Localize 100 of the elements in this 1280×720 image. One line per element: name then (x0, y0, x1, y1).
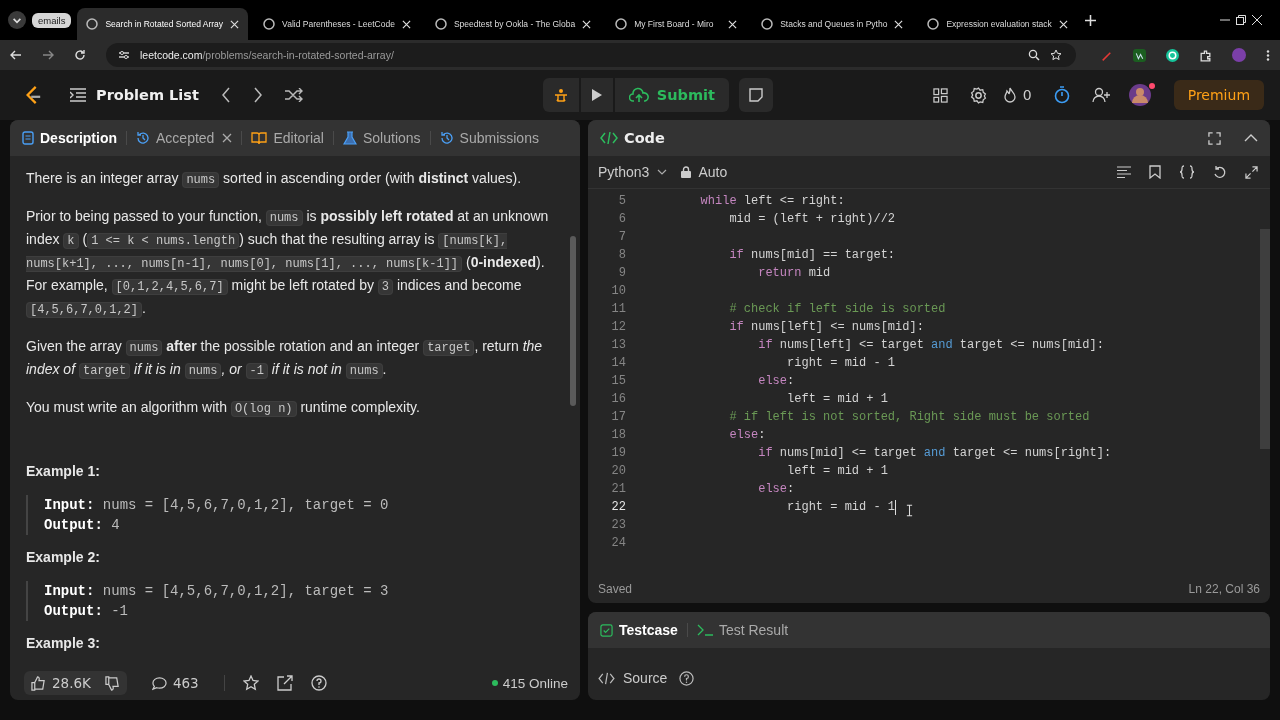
scrollbar[interactable] (570, 236, 576, 406)
tab-group-label[interactable]: emails (32, 12, 72, 28)
streak-button[interactable]: 0 (1002, 87, 1032, 103)
text-cursor-icon (906, 503, 914, 517)
settings-icon[interactable] (969, 86, 987, 104)
code-line: else: (757, 374, 795, 388)
share-icon[interactable] (276, 675, 293, 691)
code-line: else: (757, 482, 795, 496)
cloud-upload-icon (628, 87, 649, 103)
previous-icon[interactable] (220, 87, 231, 103)
panel-tab[interactable]: Solutions (343, 130, 421, 146)
panel-tab[interactable]: Description (22, 130, 117, 146)
tab-search-icon[interactable] (8, 11, 26, 29)
favicon-icon (761, 18, 774, 30)
logo-icon[interactable] (24, 85, 42, 105)
description-paragraph: There is an integer array nums sorted in ascending order (with distinct values). (26, 169, 523, 190)
example-title: Example 1: (26, 462, 101, 481)
line-number: 20 (610, 464, 626, 478)
next-icon[interactable] (252, 87, 263, 103)
code-line: mid = (left + right)//2 (728, 212, 896, 226)
favicon-icon (615, 18, 628, 30)
example-title: Example 2: (26, 548, 101, 567)
cursor-position: Ln 22, Col 36 (1188, 582, 1260, 596)
extensions-icon[interactable] (1199, 48, 1212, 62)
timer-icon[interactable] (1053, 86, 1070, 104)
example-line: Output: 4 (44, 516, 121, 535)
note-button[interactable] (738, 78, 773, 112)
terminal-icon (696, 624, 713, 636)
source-button[interactable]: Source (598, 670, 668, 686)
shuffle-icon[interactable] (284, 88, 303, 102)
scrollbar[interactable] (1260, 229, 1270, 449)
avatar[interactable] (1127, 83, 1156, 107)
code-line: right = mid - 1 (786, 499, 897, 515)
browser-tab[interactable]: My First Board - Miro (606, 8, 747, 40)
code-line: else: (728, 428, 766, 442)
forward-icon[interactable] (42, 49, 54, 61)
example-line: Input: nums = [4,5,6,7,0,1,2], target = 3 (44, 582, 390, 601)
line-number: 15 (610, 374, 626, 388)
description-paragraph: Given the array nums after the possible rotation and an integer target , return the index of target if it is in nums , or -1 if it is not in nums . (26, 337, 544, 381)
reload-icon[interactable] (74, 49, 86, 61)
online-count: 415 Online (502, 675, 568, 691)
collapse-icon[interactable] (1244, 133, 1258, 143)
star-icon[interactable] (242, 675, 259, 691)
mode-label: Auto (681, 164, 728, 180)
line-number: 5 (617, 194, 626, 208)
new-tab-icon[interactable] (1084, 14, 1096, 26)
run-button[interactable] (580, 78, 613, 112)
panel-tab[interactable]: Accepted (136, 130, 233, 146)
star-icon[interactable] (1050, 49, 1062, 61)
submit-button[interactable]: Submit (614, 78, 729, 112)
favicon-icon (86, 18, 99, 30)
favicon-icon (434, 18, 447, 30)
browser-tab[interactable]: Speedtest by Ookla - The Globa (425, 8, 601, 40)
line-number: 11 (610, 302, 626, 316)
bookmark-icon[interactable] (1149, 165, 1161, 179)
code-line: return mid (757, 266, 831, 280)
note-icon (748, 88, 763, 102)
back-icon[interactable] (10, 49, 22, 61)
panel-tab[interactable]: Submissions (439, 130, 539, 146)
reset-icon[interactable] (1213, 165, 1227, 179)
extension-icon[interactable] (1166, 48, 1179, 62)
layout-icon[interactable] (932, 87, 948, 103)
braces-icon[interactable] (1179, 165, 1195, 179)
language-dropdown[interactable]: Python3 (598, 164, 668, 180)
code-line: right = mid - 1 (786, 356, 896, 370)
browser-tab[interactable]: Search in Rotated Sorted Array (77, 8, 249, 40)
menu-icon[interactable] (1266, 48, 1270, 62)
line-number: 10 (610, 284, 626, 298)
comments-button[interactable]: 463 (144, 671, 206, 695)
line-number: 19 (610, 446, 626, 460)
line-number: 14 (610, 356, 626, 370)
debug-button[interactable] (542, 78, 579, 112)
browser-tab[interactable]: Stacks and Queues in Pytho (752, 8, 913, 40)
list-icon (70, 88, 86, 102)
thumbs-up-icon (31, 675, 46, 691)
panel-tab[interactable]: Editorial (251, 130, 324, 146)
problem-list-button[interactable]: Problem List (70, 87, 199, 103)
premium-button[interactable]: Premium (1173, 80, 1264, 110)
panel-tab[interactable]: Test Result (696, 622, 789, 638)
history-icon (136, 131, 150, 145)
lock-icon (681, 166, 692, 178)
extension-icon[interactable] (1133, 48, 1146, 62)
panel-tab[interactable]: Testcase (600, 622, 678, 638)
browser-tab[interactable]: Expression evaluation stack (918, 8, 1077, 40)
help-icon[interactable] (310, 675, 327, 691)
panel-title: Code (600, 130, 665, 146)
line-number: 18 (610, 428, 626, 442)
browser-tab[interactable]: Valid Parentheses - LeetCode (254, 8, 420, 40)
address-field[interactable]: leetcode.com/problems/search-in-rotated-sorted-array/ (106, 43, 1076, 67)
expand-icon[interactable] (1245, 165, 1258, 179)
help-icon[interactable] (679, 670, 695, 686)
format-icon[interactable] (1117, 166, 1131, 178)
code-line: # check if left side is sorted (728, 302, 946, 316)
zoom-icon[interactable] (1028, 49, 1040, 61)
restore-icon[interactable] (1236, 15, 1246, 25)
site-info-icon[interactable] (118, 49, 130, 61)
line-number: 16 (610, 392, 626, 406)
example-line: Input: nums = [4,5,6,7,0,1,2], target = 0 (44, 496, 390, 515)
add-user-icon[interactable] (1091, 87, 1110, 103)
fullscreen-icon[interactable] (1208, 131, 1221, 145)
